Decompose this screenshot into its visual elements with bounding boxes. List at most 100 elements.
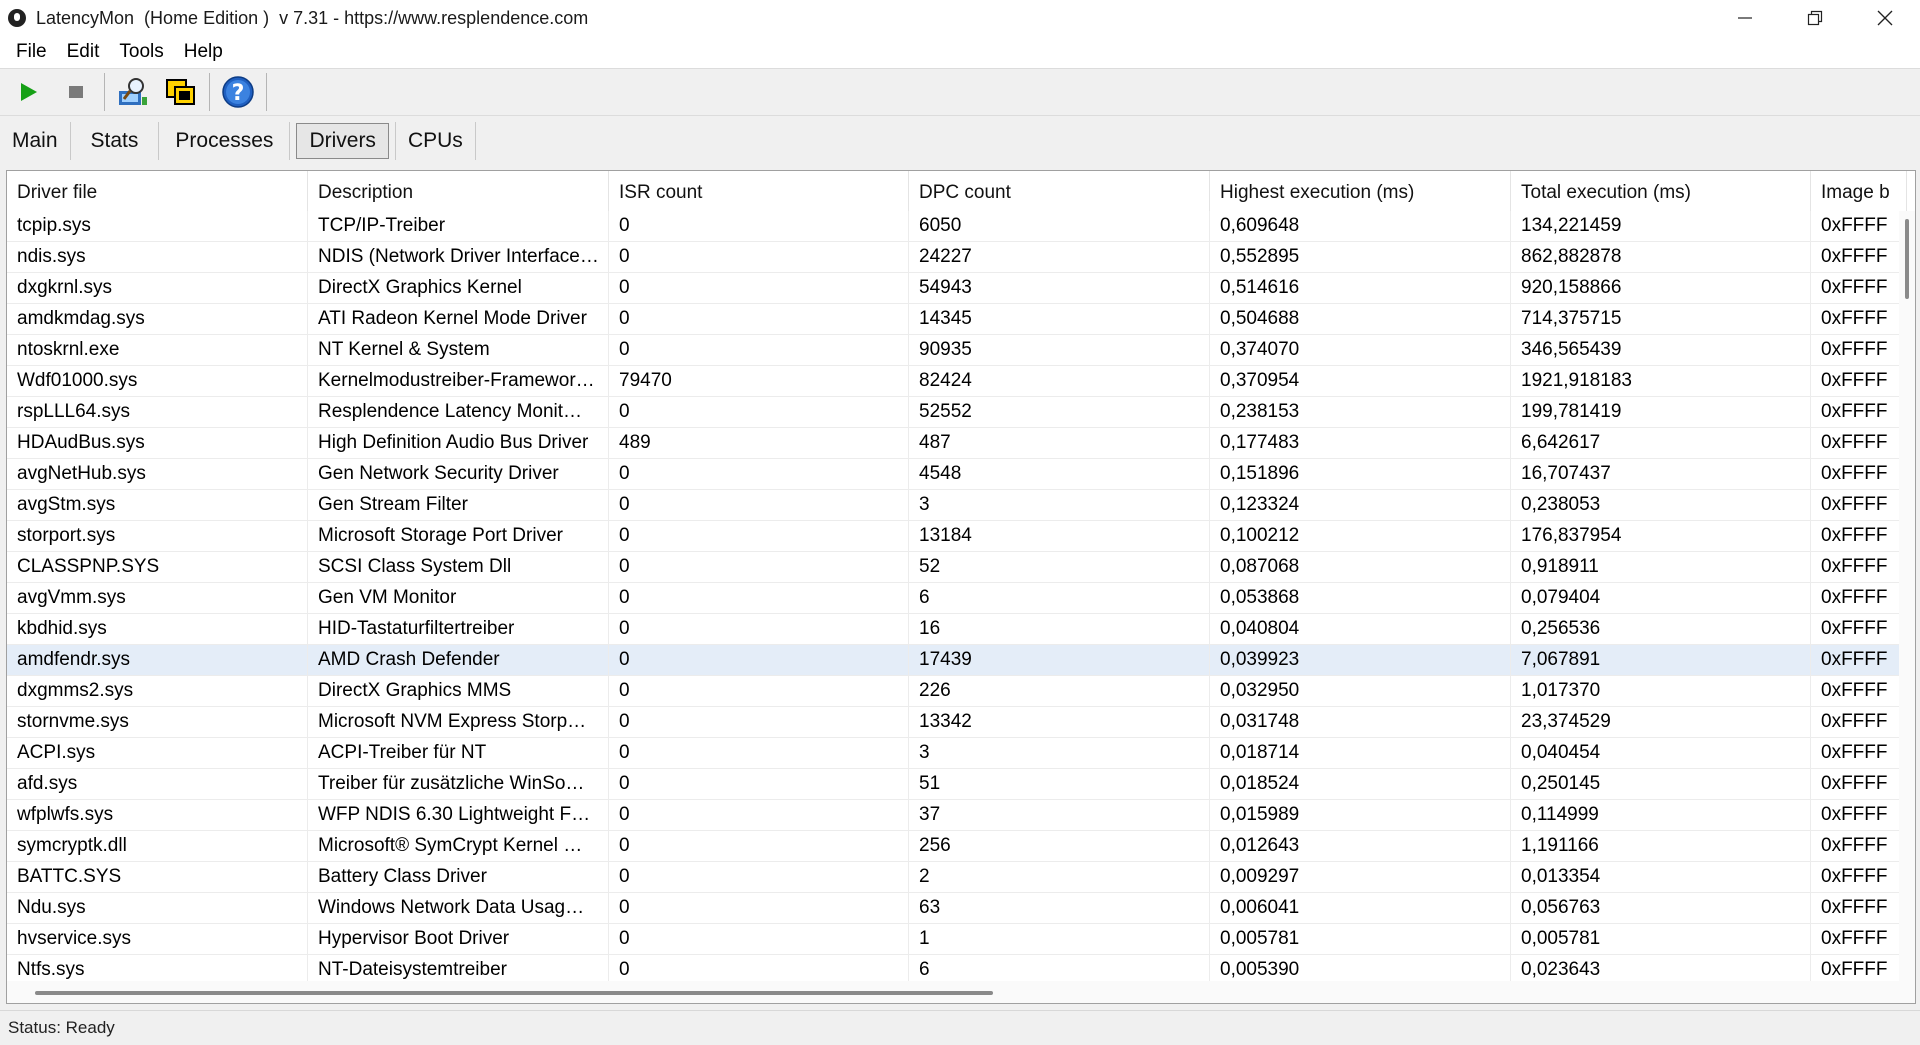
tab-processes-label: Processes	[175, 129, 274, 152]
table-row[interactable]: avgVmm.sys Gen VM Monitor 0 6 0,053868 0,0794…	[7, 583, 1907, 614]
horizontal-scrollbar[interactable]	[7, 981, 1915, 1003]
cell-image-base: 0xFFFF	[1811, 490, 1907, 520]
cell-driver-file: kbdhid.sys	[7, 614, 308, 644]
column-driver-file[interactable]: Driver file	[7, 171, 308, 211]
table-row[interactable]: wfplwfs.sys WFP NDIS 6.30 Lightweight F… 0…	[7, 800, 1907, 831]
table-row[interactable]: amdkmdag.sys ATI Radeon Kernel Mode Drive…	[7, 304, 1907, 335]
cell-dpc-count: 54943	[909, 273, 1210, 303]
tab-drivers-label: Drivers	[309, 129, 376, 152]
table-row[interactable]: stornvme.sys Microsoft NVM Express Storp……	[7, 707, 1907, 738]
tab-bar: Main Stats Processes Drivers CPUs	[0, 116, 1920, 166]
cell-image-base: 0xFFFF	[1811, 211, 1907, 241]
table-row[interactable]: hvservice.sys Hypervisor Boot Driver 0 1 0,0…	[7, 924, 1907, 955]
table-row[interactable]: tcpip.sys TCP/IP-Treiber 0 6050 0,609648 134,…	[7, 211, 1907, 242]
column-description[interactable]: Description	[308, 171, 609, 211]
start-button[interactable]	[8, 72, 48, 112]
cell-highest-execution: 0,552895	[1210, 242, 1511, 272]
table-row[interactable]: HDAudBus.sys High Definition Audio Bus Dr…	[7, 428, 1907, 459]
cell-isr-count: 0	[609, 521, 909, 551]
vertical-scrollbar[interactable]	[1899, 211, 1915, 981]
cell-driver-file: stornvme.sys	[7, 707, 308, 737]
horizontal-scroll-thumb[interactable]	[35, 991, 993, 995]
table-row[interactable]: BATTC.SYS Battery Class Driver 0 2 0,009297 0…	[7, 862, 1907, 893]
cell-image-base: 0xFFFF	[1811, 614, 1907, 644]
driver-search-button[interactable]	[113, 72, 153, 112]
tab-main[interactable]: Main	[0, 122, 71, 160]
table-row[interactable]: dxgmms2.sys DirectX Graphics MMS 0 226 0,032…	[7, 676, 1907, 707]
cell-total-execution: 0,005781	[1511, 924, 1811, 954]
cell-isr-count: 0	[609, 800, 909, 830]
cell-driver-file: CLASSPNP.SYS	[7, 552, 308, 582]
cell-image-base: 0xFFFF	[1811, 242, 1907, 272]
menu-tools[interactable]: Tools	[111, 41, 171, 63]
cell-image-base: 0xFFFF	[1811, 862, 1907, 892]
cell-description: ATI Radeon Kernel Mode Driver	[308, 304, 609, 334]
column-isr-count[interactable]: ISR count	[609, 171, 909, 211]
table-row[interactable]: storport.sys Microsoft Storage Port Drive…	[7, 521, 1907, 552]
table-row[interactable]: kbdhid.sys HID-Tastaturfiltertreiber 0 16 0,…	[7, 614, 1907, 645]
help-icon: ?	[222, 76, 254, 108]
restore-icon	[1807, 10, 1823, 26]
tab-stats[interactable]: Stats	[71, 122, 160, 160]
cell-total-execution: 1,017370	[1511, 676, 1811, 706]
window-cascade-button[interactable]	[161, 72, 201, 112]
cell-image-base: 0xFFFF	[1811, 397, 1907, 427]
cell-driver-file: rspLLL64.sys	[7, 397, 308, 427]
table-row[interactable]: avgNetHub.sys Gen Network Security Driver…	[7, 459, 1907, 490]
window-title: LatencyMon (Home Edition ) v 7.31 - http…	[36, 7, 589, 28]
toolbar-separator	[266, 73, 267, 111]
menu-file[interactable]: File	[8, 41, 55, 63]
menu-help[interactable]: Help	[176, 41, 231, 63]
cell-driver-file: dxgkrnl.sys	[7, 273, 308, 303]
cell-isr-count: 0	[609, 552, 909, 582]
tab-processes[interactable]: Processes	[159, 122, 291, 160]
menu-edit[interactable]: Edit	[59, 41, 108, 63]
cell-dpc-count: 226	[909, 676, 1210, 706]
table-row[interactable]: afd.sys Treiber für zusätzliche WinSo… 0 51…	[7, 769, 1907, 800]
cell-isr-count: 0	[609, 924, 909, 954]
cell-highest-execution: 0,123324	[1210, 490, 1511, 520]
cell-highest-execution: 0,370954	[1210, 366, 1511, 396]
svg-text:?: ?	[232, 81, 245, 106]
column-highest-execution[interactable]: Highest execution (ms)	[1210, 171, 1511, 211]
table-row[interactable]: dxgkrnl.sys DirectX Graphics Kernel 0 54943…	[7, 273, 1907, 304]
stop-button[interactable]	[56, 72, 96, 112]
cell-isr-count: 0	[609, 645, 909, 675]
column-dpc-count[interactable]: DPC count	[909, 171, 1210, 211]
restore-button[interactable]	[1780, 0, 1850, 36]
column-total-execution[interactable]: Total execution (ms)	[1511, 171, 1811, 211]
cell-driver-file: avgNetHub.sys	[7, 459, 308, 489]
tab-cpus[interactable]: CPUs	[394, 122, 476, 160]
table-row[interactable]: Wdf01000.sys Kernelmodustreiber-Framewor……	[7, 366, 1907, 397]
help-button[interactable]: ?	[218, 72, 258, 112]
cell-total-execution: 862,882878	[1511, 242, 1811, 272]
cell-total-execution: 0,114999	[1511, 800, 1811, 830]
table-row[interactable]: ntoskrnl.exe NT Kernel & System 0 90935 0,37…	[7, 335, 1907, 366]
tab-drivers[interactable]: Drivers	[296, 123, 389, 159]
table-row[interactable]: ACPI.sys ACPI-Treiber für NT 0 3 0,018714 0,0…	[7, 738, 1907, 769]
table-row[interactable]: rspLLL64.sys Resplendence Latency Monit… 0…	[7, 397, 1907, 428]
table-row[interactable]: amdfendr.sys AMD Crash Defender 0 17439 0,03…	[7, 645, 1907, 676]
cell-driver-file: hvservice.sys	[7, 924, 308, 954]
table-row[interactable]: symcryptk.dll Microsoft® SymCrypt Kernel …	[7, 831, 1907, 862]
close-button[interactable]	[1850, 0, 1920, 36]
cell-image-base: 0xFFFF	[1811, 459, 1907, 489]
table-row[interactable]: CLASSPNP.SYS SCSI Class System Dll 0 52 0,08…	[7, 552, 1907, 583]
column-image-base[interactable]: Image b	[1811, 171, 1907, 211]
cell-highest-execution: 0,177483	[1210, 428, 1511, 458]
vertical-scroll-thumb[interactable]	[1905, 219, 1909, 299]
minimize-button[interactable]	[1710, 0, 1780, 36]
table-row[interactable]: avgStm.sys Gen Stream Filter 0 3 0,123324 0,2…	[7, 490, 1907, 521]
cell-dpc-count: 51	[909, 769, 1210, 799]
cell-dpc-count: 52552	[909, 397, 1210, 427]
cell-description: Hypervisor Boot Driver	[308, 924, 609, 954]
table-row[interactable]: Ndu.sys Windows Network Data Usag… 0 63 0,00…	[7, 893, 1907, 924]
cell-description: NDIS (Network Driver Interface…	[308, 242, 609, 272]
cell-total-execution: 0,250145	[1511, 769, 1811, 799]
tab-cpus-label: CPUs	[407, 129, 463, 152]
cell-image-base: 0xFFFF	[1811, 831, 1907, 861]
driver-search-icon	[119, 78, 147, 105]
table-row[interactable]: ndis.sys NDIS (Network Driver Interface… 0…	[7, 242, 1907, 273]
cell-driver-file: HDAudBus.sys	[7, 428, 308, 458]
cell-driver-file: symcryptk.dll	[7, 831, 308, 861]
